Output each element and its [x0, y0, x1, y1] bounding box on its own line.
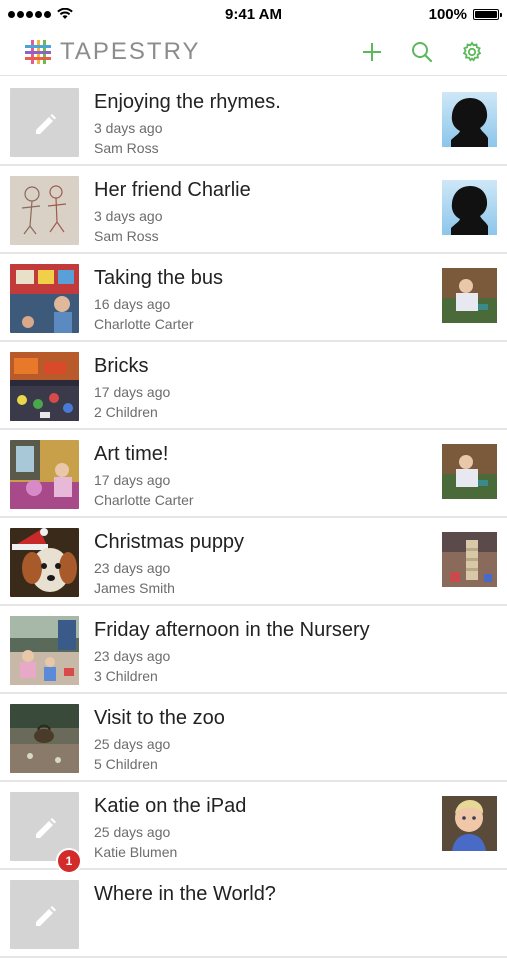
observation-title: Art time! [94, 443, 169, 465]
observation-author: Sam Ross [94, 228, 159, 244]
bricks-photo-icon [10, 352, 79, 421]
observation-author: James Smith [94, 580, 175, 596]
observation-thumbnail-placeholder [10, 880, 79, 949]
observation-text: Bricks 17 days ago 2 Children [94, 354, 437, 422]
wifi-icon [57, 8, 73, 19]
observation-author: Sam Ross [94, 140, 159, 156]
observation-row[interactable]: 1 Katie on the iPad 25 days ago Katie Bl… [0, 782, 507, 874]
observation-time: 3 days ago [94, 120, 163, 136]
observation-thumbnail [10, 352, 79, 421]
observation-title: Taking the bus [94, 267, 223, 289]
pencil-icon [35, 817, 56, 838]
observation-time: 23 days ago [94, 560, 171, 576]
observation-time: 17 days ago [94, 384, 171, 400]
observation-title: Enjoying the rhymes. [94, 91, 281, 113]
observation-time: 3 days ago [94, 208, 163, 224]
brand: TAPESTRY [0, 38, 200, 66]
observation-text: Friday afternoon in the Nursery 23 days … [94, 618, 437, 686]
nav-bar: TAPESTRY [0, 28, 507, 76]
drawing-photo-icon [10, 176, 79, 245]
observation-text: Art time! 17 days ago Charlotte Carter [94, 442, 437, 510]
observation-title: Katie on the iPad [94, 795, 247, 817]
status-bar: 9:41 AM 100% [0, 0, 507, 28]
art-photo-icon [10, 440, 79, 509]
observation-author: 5 Children [94, 756, 158, 772]
pencil-icon [35, 905, 56, 926]
observation-row[interactable]: Friday afternoon in the Nursery 23 days … [0, 606, 507, 694]
observation-row[interactable]: Art time! 17 days ago Charlotte Carter [0, 430, 507, 518]
child-avatar [442, 92, 497, 147]
observation-title: Her friend Charlie [94, 179, 251, 201]
observation-row[interactable]: Taking the bus 16 days ago Charlotte Car… [0, 254, 507, 342]
observation-text: Katie on the iPad 25 days ago Katie Blum… [94, 794, 437, 862]
child-avatar [442, 796, 497, 851]
observation-row[interactable]: Christmas puppy 23 days ago James Smith [0, 518, 507, 606]
tapestry-logo-icon [25, 39, 51, 64]
observation-row[interactable]: Bricks 17 days ago 2 Children [0, 342, 507, 430]
observation-text: Where in the World? [94, 882, 437, 906]
puppy-photo-icon [10, 528, 79, 597]
observation-time: 17 days ago [94, 472, 171, 488]
status-left [0, 8, 73, 20]
observation-thumbnail [10, 616, 79, 685]
observation-row[interactable]: Her friend Charlie 3 days ago Sam Ross [0, 166, 507, 254]
plus-icon [363, 42, 381, 61]
observation-author: Charlotte Carter [94, 316, 194, 332]
bus-photo-icon [10, 264, 79, 333]
observation-title: Where in the World? [94, 883, 276, 905]
child-avatar [442, 180, 497, 235]
observation-text: Visit to the zoo 25 days ago 5 Children [94, 706, 437, 774]
observation-thumbnail [10, 704, 79, 773]
battery-icon [473, 8, 502, 20]
observation-title: Bricks [94, 355, 149, 377]
child-avatar [442, 268, 497, 323]
observation-time: 25 days ago [94, 824, 171, 840]
observation-title: Friday afternoon in the Nursery [94, 619, 370, 641]
observation-thumbnail [10, 264, 79, 333]
blocks-photo-icon [442, 532, 497, 587]
observation-text: Enjoying the rhymes. 3 days ago Sam Ross [94, 90, 437, 158]
observation-time: 23 days ago [94, 648, 171, 664]
observation-title: Christmas puppy [94, 531, 245, 553]
observation-thumbnail [10, 528, 79, 597]
observation-author: Charlotte Carter [94, 492, 194, 508]
silhouette-avatar-icon [442, 92, 497, 147]
toddler-photo-icon [442, 796, 497, 851]
pencil-icon [35, 113, 56, 134]
child-avatar [442, 444, 497, 499]
brand-name: TAPESTRY [60, 37, 201, 65]
nursery-photo-icon [10, 616, 79, 685]
add-button[interactable] [359, 39, 385, 65]
observation-text: Christmas puppy 23 days ago James Smith [94, 530, 437, 598]
observation-text: Her friend Charlie 3 days ago Sam Ross [94, 178, 437, 246]
observation-thumbnail [10, 440, 79, 509]
gear-icon [462, 40, 482, 62]
observation-time: 16 days ago [94, 296, 171, 312]
observation-thumbnail [10, 176, 79, 245]
search-icon [412, 41, 433, 62]
child-photo-icon [442, 268, 497, 323]
observation-title: Visit to the zoo [94, 707, 225, 729]
status-right: 100% [429, 6, 507, 23]
observation-thumbnail-placeholder [10, 88, 79, 157]
zoo-photo-icon [10, 704, 79, 773]
settings-button[interactable] [459, 39, 485, 65]
observation-author: 2 Children [94, 404, 158, 420]
observation-author: 3 Children [94, 668, 158, 684]
observation-row[interactable]: Where in the World? [0, 870, 507, 958]
child-photo-icon [442, 444, 497, 499]
child-avatar [442, 532, 497, 587]
silhouette-avatar-icon [442, 180, 497, 235]
observation-row[interactable]: Enjoying the rhymes. 3 days ago Sam Ross [0, 78, 507, 166]
observation-list: Enjoying the rhymes. 3 days ago Sam Ross [0, 78, 507, 958]
observation-time: 25 days ago [94, 736, 171, 752]
battery-percent: 100% [428, 5, 467, 23]
observation-text: Taking the bus 16 days ago Charlotte Car… [94, 266, 437, 334]
signal-strength-icon [8, 10, 51, 18]
observation-author: Katie Blumen [94, 844, 178, 860]
observation-row[interactable]: Visit to the zoo 25 days ago 5 Children [0, 694, 507, 782]
search-button[interactable] [409, 39, 435, 65]
nav-actions [359, 39, 507, 65]
